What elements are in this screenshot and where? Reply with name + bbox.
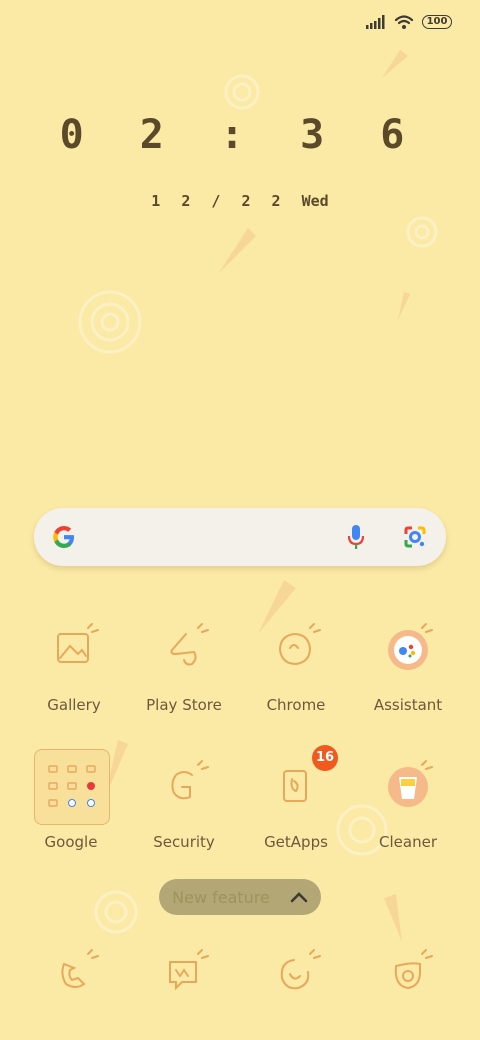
getapps-icon: 16 bbox=[264, 745, 338, 819]
messages-icon bbox=[152, 944, 216, 1008]
app-chrome[interactable]: Chrome bbox=[240, 618, 352, 714]
battery-indicator: 100 bbox=[422, 15, 452, 29]
app-label: Play Store bbox=[146, 696, 222, 714]
dock-phone[interactable] bbox=[18, 944, 130, 1008]
folder-spacer bbox=[39, 755, 103, 819]
app-security[interactable]: Security bbox=[128, 755, 240, 851]
app-label: GetApps bbox=[264, 833, 328, 851]
browser-icon bbox=[264, 944, 328, 1008]
clock-date[interactable]: 1 2 / 2 2 Wed bbox=[0, 192, 480, 210]
signal-icon bbox=[366, 15, 385, 29]
app-cleaner[interactable]: Cleaner bbox=[352, 755, 464, 851]
app-google[interactable]: Google bbox=[15, 755, 127, 851]
chevron-up-icon bbox=[290, 892, 308, 903]
assistant-icon bbox=[376, 618, 440, 682]
app-play-store[interactable]: Play Store bbox=[128, 618, 240, 714]
play-store-icon bbox=[152, 618, 216, 682]
app-label: Assistant bbox=[373, 696, 443, 714]
google-lens-icon[interactable] bbox=[402, 524, 428, 550]
app-label: Gallery bbox=[47, 696, 101, 714]
microphone-icon[interactable] bbox=[346, 523, 366, 551]
wifi-icon bbox=[394, 15, 414, 29]
dock-camera[interactable] bbox=[352, 944, 464, 1008]
clock-time[interactable]: 0 2 : 3 6 bbox=[0, 112, 480, 158]
app-assistant[interactable]: Assistant bbox=[352, 618, 464, 714]
security-icon bbox=[152, 755, 216, 819]
new-feature-button[interactable]: New feature bbox=[159, 879, 321, 915]
chrome-icon bbox=[264, 618, 328, 682]
weekday-text: Wed bbox=[301, 192, 329, 210]
phone-icon bbox=[42, 944, 106, 1008]
cleaner-icon bbox=[376, 755, 440, 819]
google-search-bar[interactable] bbox=[34, 508, 446, 566]
app-gallery[interactable]: Gallery bbox=[18, 618, 130, 714]
camera-icon bbox=[376, 944, 440, 1008]
google-logo-icon bbox=[53, 526, 74, 548]
app-getapps[interactable]: 16 GetApps bbox=[240, 745, 352, 851]
status-bar: 100 bbox=[366, 14, 452, 30]
dock-browser[interactable] bbox=[240, 944, 352, 1008]
dock-messages[interactable] bbox=[128, 944, 240, 1008]
gallery-icon bbox=[42, 618, 106, 682]
app-label: Chrome bbox=[266, 696, 326, 714]
app-label: Security bbox=[153, 833, 215, 851]
app-label: Cleaner bbox=[379, 833, 437, 851]
date-text: 1 2 / 2 2 bbox=[151, 192, 287, 210]
app-label: Google bbox=[44, 833, 98, 851]
new-feature-label: New feature bbox=[172, 887, 270, 907]
notification-badge: 16 bbox=[312, 745, 338, 771]
